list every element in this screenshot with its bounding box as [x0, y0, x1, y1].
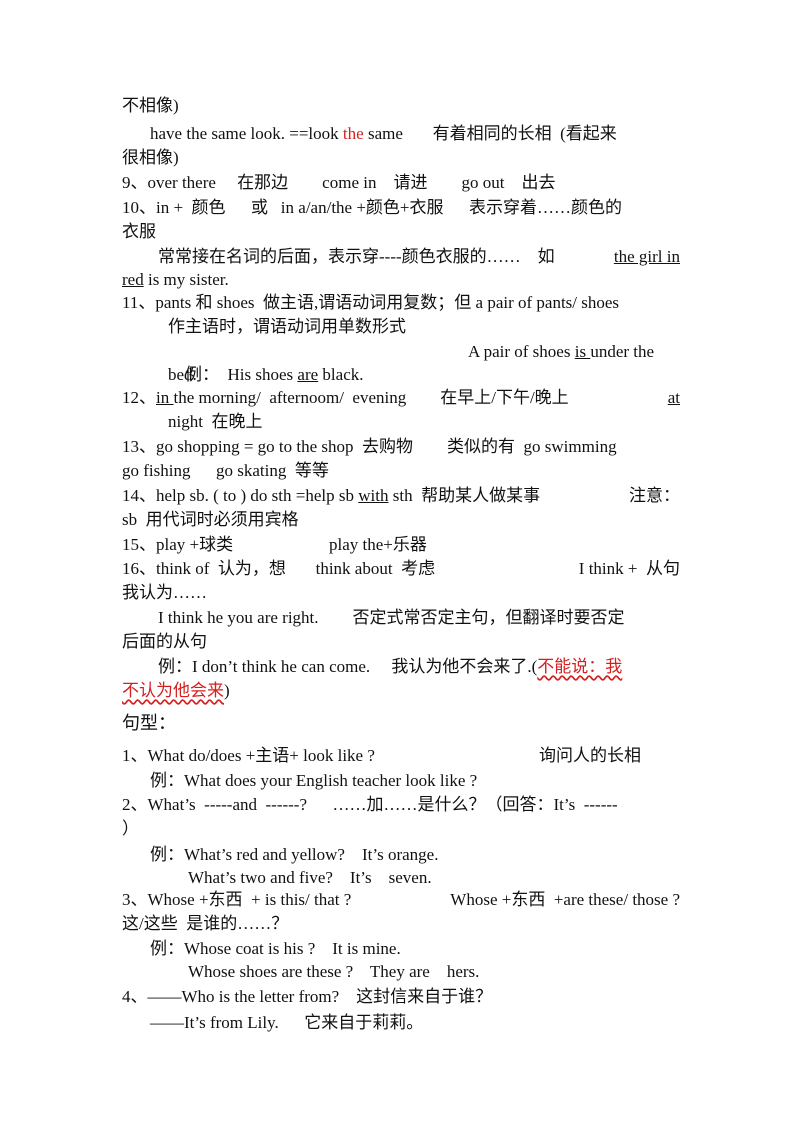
- text-run: ）: [122, 819, 139, 838]
- text-run: Whose shoes are these ? They are hers.: [188, 962, 480, 981]
- example-line: 例：I don’t think he can come. 我认为他不会来了.(不…: [158, 655, 716, 678]
- text-run: 不相像): [122, 96, 179, 115]
- example-right: A pair of shoes is under the: [468, 340, 654, 363]
- text-line: I think he you are right. 否定式常否定主句，但翻译时要…: [158, 606, 716, 629]
- text-run: Whose +东西 +are these/ those ?: [450, 890, 680, 909]
- section-heading-sentence-patterns: 句型：: [122, 712, 680, 735]
- text-line: 后面的从句: [122, 630, 680, 653]
- text-run: 例：I don’t think he can come. 我认为他不会来了.(: [158, 657, 538, 676]
- text-run: 2、What’s -----and ------? ……加……是什么？（回答：I…: [122, 795, 618, 814]
- text-line: 作主语时，谓语动词用单数形式: [168, 315, 726, 338]
- text-line: bed.: [168, 363, 726, 386]
- document-page: 不相像) have the same look. ==look the same…: [0, 0, 800, 1132]
- text-run: 15、play +球类: [122, 535, 234, 554]
- text-run: 衣服: [122, 222, 156, 241]
- text-line: 不相像): [122, 94, 680, 117]
- text-run: ——It’s from Lily. 它来自于莉莉。: [150, 1013, 424, 1032]
- text-run: sth 帮助某人做某事: [388, 486, 541, 505]
- text-run: I think + 从句: [578, 559, 680, 578]
- text-run: 作主语时，谓语动词用单数形式: [168, 317, 406, 336]
- heading-text: 句型：: [122, 713, 176, 733]
- text-run: have the same look. ==look: [150, 124, 343, 143]
- text-line: have the same look. ==look the same 有着相同…: [150, 122, 708, 145]
- item-14: 14、help sb. ( to ) do sth =help sb with …: [122, 484, 680, 507]
- text-run: I think he you are right. 否定式常否定主句，但翻译时要…: [158, 608, 625, 627]
- text-run: sb 用代词时必须用宾格: [122, 510, 299, 529]
- text-run: 这/这些 是谁的……？: [122, 914, 289, 933]
- text-run: 3、Whose +东西 + is this/ that ?: [122, 890, 352, 909]
- text-run: 例：Whose coat is his ? It is mine.: [150, 939, 401, 958]
- text-run: night 在晚上: [168, 412, 263, 431]
- text-run: is my sister.: [143, 270, 229, 289]
- text-run: the morning/ afternoom/ evening 在早上/下午/晚…: [173, 388, 569, 407]
- text-line: go fishing go skating 等等: [122, 459, 680, 482]
- text-line: ）: [122, 817, 680, 840]
- item-12: 12、in the morning/ afternoom/ evening 在早…: [122, 386, 680, 409]
- item-16: 16、think of 认为，想 think about 考虑 I think +…: [122, 557, 680, 580]
- text-run: under the: [590, 342, 655, 361]
- item-13: 13、go shopping = go to the shop 去购物 类似的有…: [122, 435, 680, 458]
- text-line: 不认为他会来): [122, 679, 680, 702]
- text-line: 我认为……: [122, 581, 680, 604]
- text-run: bed.: [168, 365, 197, 384]
- text-run: 我认为……: [122, 583, 207, 602]
- item-15: 15、play +球类 play the+乐器: [122, 533, 680, 556]
- example-line: 例：What’s red and yellow? It’s orange.: [150, 843, 708, 866]
- underlined-text: is: [574, 342, 591, 361]
- text-line: 很相像): [122, 146, 680, 169]
- text-run: 例：What’s red and yellow? It’s orange.: [150, 845, 439, 864]
- text-run: ): [224, 681, 230, 700]
- text-run: 16、think of 认为，想 think about 考虑: [122, 559, 436, 578]
- text-line: 衣服: [122, 220, 680, 243]
- example-line: 例：Whose coat is his ? It is mine.: [150, 937, 708, 960]
- text-run: go fishing go skating 等等: [122, 461, 329, 480]
- text-run: 1、What do/does +主语+ look like ?: [122, 746, 375, 765]
- text-run: 注意：: [629, 486, 680, 505]
- text-run: 后面的从句: [122, 632, 207, 651]
- text-run: play the+乐器: [329, 535, 427, 554]
- text-line: night 在晚上: [168, 410, 726, 433]
- text-run: 12、: [122, 388, 156, 407]
- text-line: red is my sister.: [122, 268, 680, 291]
- pattern-1: 1、What do/does +主语+ look like ? 询问人的长相: [122, 744, 680, 767]
- item-9: 9、over there 在那边 come in 请进 go out 出去: [122, 171, 680, 194]
- underlined-text: at: [667, 388, 680, 407]
- text-line: 这/这些 是谁的……？: [122, 912, 680, 935]
- text-line: 常常接在名词的后面，表示穿----颜色衣服的…… 如 the girl in: [158, 245, 680, 268]
- text-run: 询问人的长相: [539, 746, 641, 765]
- underlined-text: the girl in: [613, 247, 680, 266]
- text-run: 11、pants 和 shoes 做主语,谓语动词用复数；但 a pair of…: [122, 293, 620, 312]
- underlined-text: with: [358, 486, 389, 505]
- text-line: sb 用代词时必须用宾格: [122, 508, 680, 531]
- pattern-3: 3、Whose +东西 + is this/ that ? Whose +东西 +…: [122, 888, 680, 911]
- pattern-2: 2、What’s -----and ------? ……加……是什么？（回答：I…: [122, 793, 680, 816]
- text-run: 13、go shopping = go to the shop 去购物 类似的有…: [122, 437, 617, 456]
- text-run: same 有着相同的长相 (看起来: [363, 124, 617, 143]
- text-run: 4、——Who is the letter from? 这封信来自于谁？: [122, 987, 493, 1006]
- red-annotation: 不认为他会来: [122, 681, 224, 700]
- text-run: 常常接在名词的后面，表示穿----颜色衣服的…… 如: [158, 247, 559, 266]
- text-run: 9、over there 在那边 come in 请进 go out 出去: [122, 173, 556, 192]
- text-run: 10、in + 颜色 或 in a/an/the +颜色+衣服 表示穿着……颜色…: [122, 198, 623, 217]
- underlined-text: in: [156, 388, 174, 407]
- item-11: 11、pants 和 shoes 做主语,谓语动词用复数；但 a pair of…: [122, 291, 680, 314]
- text-line: ——It’s from Lily. 它来自于莉莉。: [150, 1011, 708, 1034]
- item-10: 10、in + 颜色 或 in a/an/the +颜色+衣服 表示穿着……颜色…: [122, 196, 680, 219]
- pattern-4: 4、——Who is the letter from? 这封信来自于谁？: [122, 985, 680, 1008]
- example-line: What’s two and five? It’s seven.: [188, 866, 746, 889]
- red-annotation: 不能说：我: [537, 657, 623, 676]
- text-run: What’s two and five? It’s seven.: [188, 868, 432, 887]
- text-run: 14、help sb. ( to ) do sth =help sb: [122, 486, 359, 505]
- text-run: 很相像): [122, 148, 179, 167]
- text-run: A pair of shoes: [468, 342, 575, 361]
- example-line: 例：What does your English teacher look li…: [150, 769, 708, 792]
- text-run: 例：What does your English teacher look li…: [150, 771, 478, 790]
- underlined-text: red: [122, 270, 144, 289]
- example-line: Whose shoes are these ? They are hers.: [188, 960, 746, 983]
- highlighted-word: the: [342, 124, 364, 143]
- example-line: 例： His shoes are black. A pair of shoes …: [168, 340, 680, 384]
